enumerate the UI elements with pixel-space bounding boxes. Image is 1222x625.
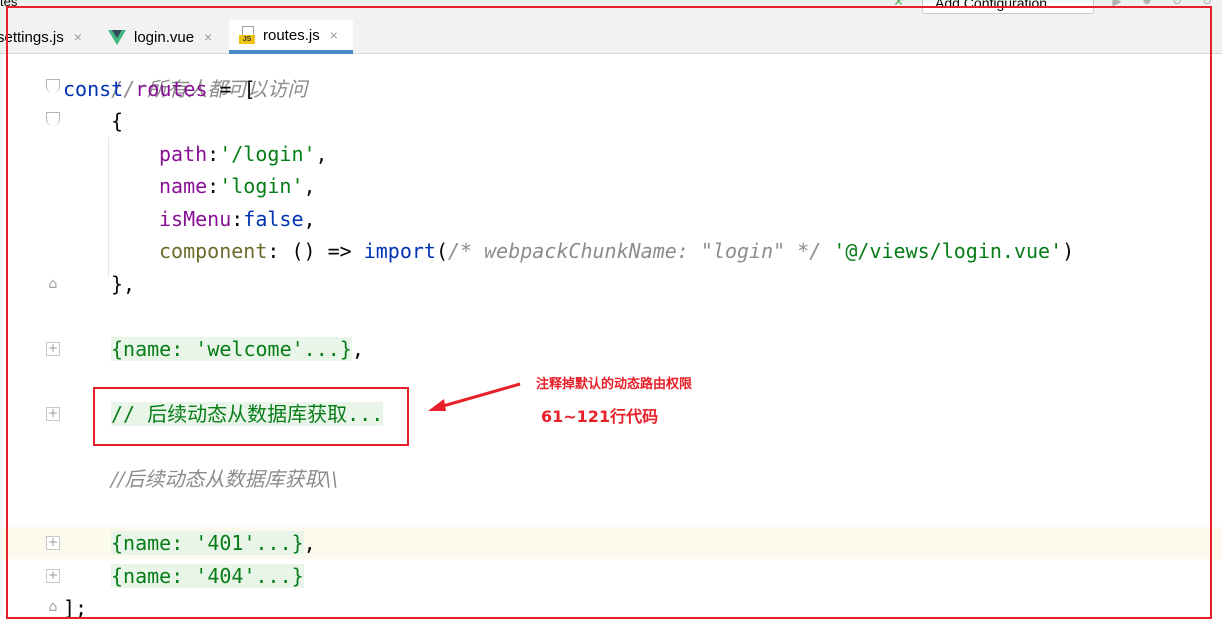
fold-expand-icon[interactable]: +: [46, 342, 60, 356]
code-line-name: name:'login',: [159, 174, 316, 198]
annotation-line-range: 61~121行代码: [541, 407, 659, 426]
code-line-welcome-fold[interactable]: {name: 'welcome'...},: [111, 333, 364, 365]
code-line-401-fold[interactable]: {name: '401'...},: [111, 527, 316, 559]
run-icon[interactable]: ▶: [1110, 0, 1124, 8]
fold-open-icon[interactable]: [46, 112, 60, 126]
code-line-close-brace: },: [111, 272, 136, 296]
code-line-404-fold[interactable]: {name: '404'...}: [111, 560, 304, 592]
code-line-comment-top: // 所有人都可以访问: [111, 77, 308, 101]
fold-expand-icon[interactable]: +: [46, 536, 60, 550]
debug-icon[interactable]: ✹: [1140, 0, 1154, 8]
top-toolbar: tes ⚒ Add Configuration... ▶ ✹ ↻ ↻: [0, 0, 1222, 20]
indent-guide: [108, 137, 109, 277]
code-line-open-brace: {: [111, 109, 124, 133]
fold-close-icon[interactable]: ⌂: [46, 600, 60, 614]
add-configuration-button[interactable]: Add Configuration...: [922, 0, 1094, 14]
window-title-fragment: tes: [0, 0, 18, 9]
annotation-highlight-box: [93, 387, 409, 446]
code-line-close-array: ];: [63, 596, 88, 620]
fold-close-icon[interactable]: ⌂: [46, 277, 60, 291]
fold-expand-icon[interactable]: +: [46, 569, 60, 583]
build-hammer-icon[interactable]: ⚒: [893, 0, 907, 8]
fold-expand-icon[interactable]: +: [46, 407, 60, 421]
annotation-note: 注释掉默认的动态路由权限: [536, 377, 693, 392]
code-line-comment: //后续动态从数据库获取\\: [111, 467, 338, 491]
tab-label: settings.js: [0, 28, 64, 46]
code-line-routes-decl: const routes = [: [63, 77, 256, 101]
annotation-arrow-icon: [428, 382, 521, 411]
fold-open-icon[interactable]: [46, 79, 60, 93]
code-line-ismenu: isMenu:false,: [159, 207, 316, 231]
close-icon[interactable]: ×: [330, 27, 338, 43]
rerun-icon[interactable]: ↻: [1170, 0, 1184, 8]
stop-icon[interactable]: ↻: [1200, 0, 1214, 8]
code-line-path: path:'/login',: [159, 142, 328, 166]
code-editor[interactable]: // 所有人都可以访问 const routes = [ { path:'/lo…: [0, 55, 1222, 625]
code-line-component: component: () => import(/* webpackChunkN…: [159, 239, 1075, 263]
